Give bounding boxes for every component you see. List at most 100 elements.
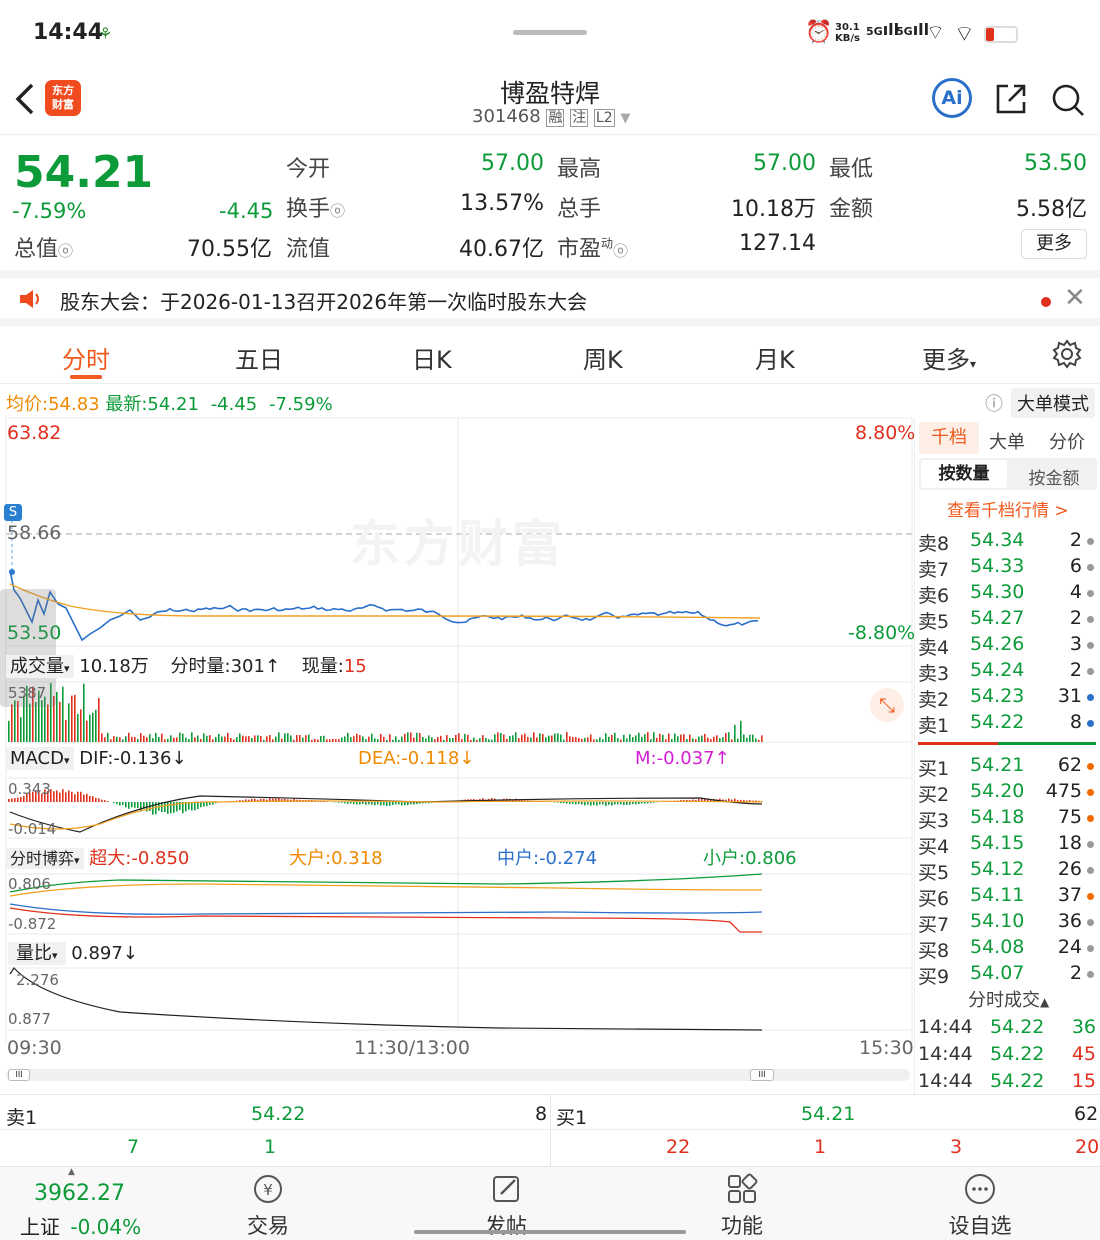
volume-bar <box>314 739 316 742</box>
sell1-label: 卖1 <box>6 1107 38 1129</box>
bid-row[interactable]: 买1 54.21 62 <box>916 754 1096 780</box>
ask-row[interactable]: 卖6 54.30 4 <box>916 581 1096 607</box>
view-full-book-link[interactable]: 查看千档行情 > <box>947 496 1069 521</box>
macd-bar <box>584 802 586 806</box>
close-icon[interactable]: ✕ <box>1064 283 1086 313</box>
ask-row[interactable]: 卖1 54.22 8 <box>916 711 1096 737</box>
volume-bar <box>284 733 286 742</box>
volume-bar <box>359 735 361 742</box>
macd-bar <box>107 801 109 802</box>
subtab-by-quantity[interactable]: 按数量 <box>921 460 1007 488</box>
expand-button[interactable]: ⤡ <box>870 688 904 722</box>
macd-bar <box>647 802 649 804</box>
ask-row[interactable]: 卖3 54.24 2 <box>916 659 1096 685</box>
ask-volume: 4 <box>1069 581 1082 603</box>
label-low: 最低 <box>829 157 874 182</box>
chevron-down-icon: ▾ <box>64 662 70 675</box>
volume-bar <box>404 733 406 742</box>
ask-row[interactable]: 卖5 54.27 2 <box>916 607 1096 633</box>
book-tab-fenjia[interactable]: 分价 <box>1049 428 1085 454</box>
chart-canvas[interactable] <box>0 384 914 1094</box>
macd-select[interactable]: MACD▾ <box>6 747 74 770</box>
volume-bar <box>380 733 382 742</box>
index-row: 上证 -0.04% <box>20 1211 141 1240</box>
volume-bar <box>326 739 328 742</box>
arrow-down-icon: ↓ <box>171 748 187 769</box>
volume-bar <box>758 739 760 742</box>
pe-text: 市盈 <box>557 237 602 262</box>
tab-five-day[interactable]: 五日 <box>235 340 283 375</box>
scroll-handle-right[interactable]: III <box>750 1069 774 1081</box>
macd-bar <box>377 802 379 805</box>
bid-row[interactable]: 买6 54.11 37 <box>916 884 1096 910</box>
ask-level: 卖2 <box>918 689 950 711</box>
label-turnover[interactable]: 换手ⓞ <box>286 191 345 223</box>
game-label: 分时博弈 <box>10 849 75 868</box>
help-icon[interactable]: ⓘ <box>985 390 1003 416</box>
volume-bar <box>302 737 304 742</box>
volume-bar <box>641 736 643 742</box>
more-button[interactable]: 更多 <box>1021 229 1087 259</box>
big-order-mode-button[interactable]: 大单模式 <box>1011 388 1095 418</box>
volume-bar <box>74 694 76 742</box>
macd-bar <box>362 802 364 804</box>
tab-more[interactable]: 更多▾ <box>922 340 976 375</box>
buy-num-2: 1 <box>814 1136 827 1158</box>
bid-row[interactable]: 买5 54.12 26 <box>916 858 1096 884</box>
label-pe[interactable]: 市盈动ⓞ <box>557 231 628 263</box>
ask-price: 54.22 <box>970 711 1025 733</box>
tab-intraday[interactable]: 分时 <box>62 340 110 375</box>
volume-bar <box>125 736 127 742</box>
volume-bar <box>83 683 85 742</box>
search-icon[interactable] <box>1050 82 1086 118</box>
trade-button[interactable]: ¥ 交易 <box>230 1173 306 1240</box>
bid-row[interactable]: 买8 54.08 24 <box>916 936 1096 962</box>
bid-row[interactable]: 买2 54.20 475 <box>916 780 1096 806</box>
ask-level: 卖3 <box>918 663 950 685</box>
ask-row[interactable]: 卖2 54.23 31 <box>916 685 1096 711</box>
book-tab-dadan[interactable]: 大单 <box>989 428 1025 454</box>
s-marker-icon[interactable]: S <box>4 504 22 521</box>
settings-icon[interactable] <box>1052 339 1082 369</box>
volume-bar <box>86 720 88 742</box>
volume-bar <box>755 738 757 742</box>
volume-bar <box>56 691 58 742</box>
label-market-cap[interactable]: 总值ⓞ <box>14 231 73 263</box>
subtab-by-amount[interactable]: 按金额 <box>1013 464 1095 489</box>
volume-select[interactable]: 成交量▾ <box>6 655 74 678</box>
ask-row[interactable]: 卖7 54.33 6 <box>916 555 1096 581</box>
volume-bar <box>551 735 553 742</box>
scroll-handle-left[interactable]: III <box>8 1069 30 1081</box>
game-select[interactable]: 分时博弈▾ <box>6 848 84 869</box>
tab-weekly-k[interactable]: 周K <box>583 340 623 375</box>
volume-bar <box>296 735 298 742</box>
volume-bar <box>560 734 562 742</box>
tab-monthly-k[interactable]: 月K <box>755 340 795 375</box>
volume-bar <box>332 738 334 742</box>
status-time: 14:44 <box>33 20 104 45</box>
macd-bar <box>614 802 616 805</box>
macd-bar <box>632 802 634 805</box>
bid-volume: 62 <box>1057 754 1082 776</box>
ratio-select[interactable]: 量比▾ <box>8 942 66 965</box>
ask-row[interactable]: 卖8 54.34 2 <box>916 529 1096 555</box>
value-volume: 10.18万 <box>731 197 816 222</box>
volume-bar <box>140 733 142 742</box>
bid-row[interactable]: 买3 54.18 75 <box>916 806 1096 832</box>
ask-row[interactable]: 卖4 54.26 3 <box>916 633 1096 659</box>
notice-bar[interactable]: 股东大会：于2026-01-13召开2026年第一次临时股东大会 ✕ <box>0 270 1100 326</box>
add-watchlist-button[interactable]: 设自选 <box>940 1173 1020 1240</box>
bid-price: 54.08 <box>970 936 1025 958</box>
ai-button[interactable]: Ai <box>932 78 972 118</box>
share-icon[interactable] <box>994 82 1028 116</box>
volume-bar <box>80 709 82 742</box>
function-button[interactable]: 功能 <box>704 1173 780 1240</box>
tab-daily-k[interactable]: 日K <box>412 340 452 375</box>
book-tab-qian[interactable]: 千档 <box>919 422 979 454</box>
bid-row[interactable]: 买4 54.15 18 <box>916 832 1096 858</box>
time-scrollbar[interactable]: III III <box>6 1069 910 1081</box>
bid-row[interactable]: 买7 54.10 36 <box>916 910 1096 936</box>
stock-code-row[interactable]: 301468 融 注 L2 ▼ <box>472 106 630 127</box>
bid-row[interactable]: 买9 54.07 2 <box>916 962 1096 988</box>
trades-header[interactable]: 分时成交▲ <box>968 986 1049 1012</box>
